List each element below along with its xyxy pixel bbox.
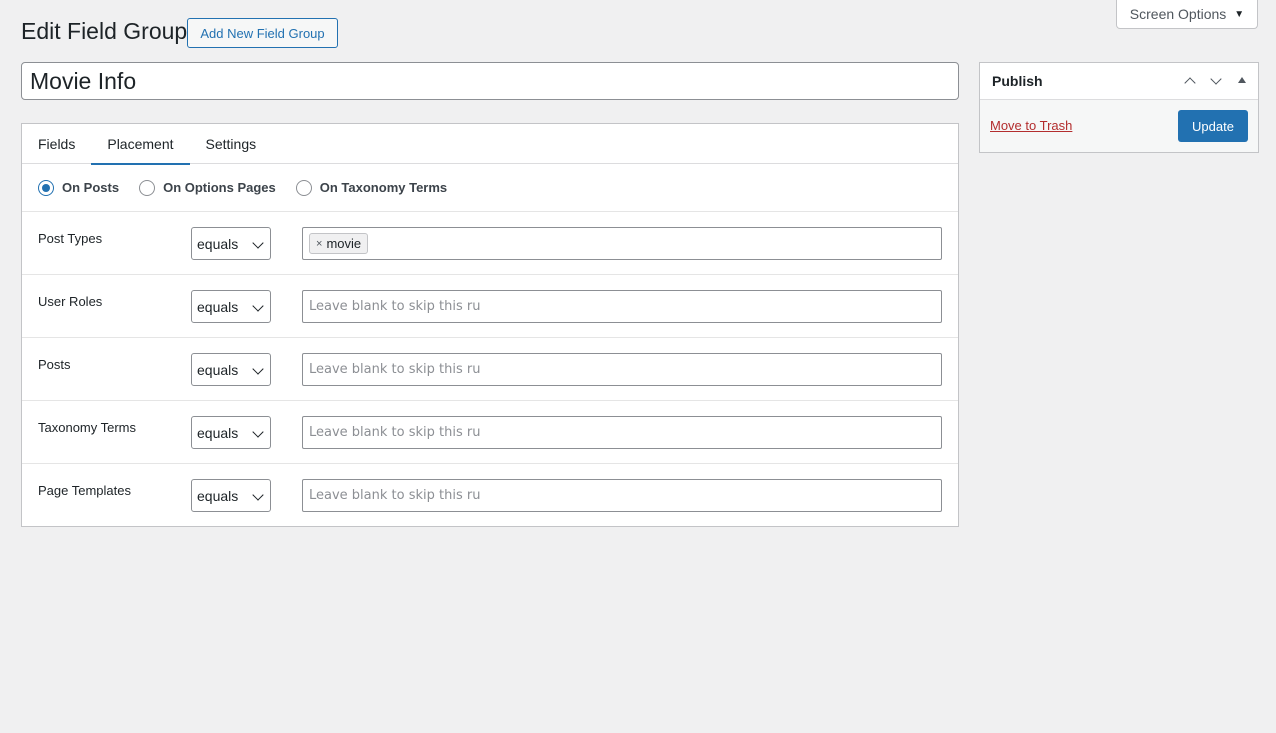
publish-title: Publish (992, 73, 1043, 89)
move-down-icon[interactable] (1208, 73, 1224, 89)
rule-value-input[interactable]: Leave blank to skip this ru (302, 290, 942, 323)
radio-on-posts[interactable] (38, 179, 54, 196)
chevron-down-icon (252, 300, 264, 312)
chevron-down-icon (252, 426, 264, 438)
rule-row-taxonomy-terms: Taxonomy Terms equals Leave blank to ski… (22, 401, 958, 464)
move-up-icon[interactable] (1182, 73, 1198, 89)
field-group-title-input[interactable]: Movie Info (21, 62, 959, 100)
tab-settings[interactable]: Settings (190, 124, 273, 164)
tab-bar: Fields Placement Settings (22, 124, 958, 165)
radio-option-on-options-pages[interactable]: On Options Pages (139, 179, 276, 196)
operator-select-value: equals (197, 235, 239, 252)
rule-value-input[interactable]: × movie (302, 227, 942, 260)
rule-label: Posts (38, 357, 71, 372)
tab-fields[interactable]: Fields (22, 124, 91, 164)
rule-row-posts: Posts equals Leave blank to skip this ru (22, 338, 958, 401)
operator-select-value: equals (197, 298, 239, 315)
operator-select-value: equals (197, 361, 239, 378)
metabox-controls (1182, 73, 1250, 89)
update-button[interactable]: Update (1178, 110, 1248, 142)
rule-row-page-templates: Page Templates equals Leave blank to ski… (22, 464, 958, 527)
operator-select[interactable]: equals (191, 227, 271, 260)
collapse-toggle-icon[interactable] (1234, 73, 1250, 89)
add-new-field-group-button[interactable]: Add New Field Group (187, 18, 338, 48)
screen-options-label: Screen Options (1129, 6, 1227, 22)
field-group-settings-panel: Fields Placement Settings On Posts On Op… (21, 123, 959, 527)
operator-select[interactable]: equals (191, 479, 271, 512)
operator-select[interactable]: equals (191, 353, 271, 386)
radio-label-on-taxonomy-terms: On Taxonomy Terms (319, 180, 448, 195)
radio-label-on-posts: On Posts (62, 180, 120, 195)
selected-token: × movie (309, 233, 369, 254)
operator-select-value: equals (197, 487, 239, 504)
rule-label: Taxonomy Terms (38, 420, 137, 435)
rule-row-post-types: Post Types equals × movie (22, 212, 958, 275)
operator-select[interactable]: equals (191, 416, 271, 449)
radio-on-taxonomy-terms[interactable] (295, 179, 312, 196)
radio-on-options-pages[interactable] (139, 179, 156, 196)
rule-label: Post Types (38, 231, 103, 246)
chevron-down-icon (252, 489, 264, 501)
operator-select[interactable]: equals (191, 290, 271, 323)
chevron-down-icon (252, 363, 264, 375)
placement-type-radio-group: On Posts On Options Pages On Taxonomy Te… (22, 164, 958, 212)
radio-label-on-options-pages: On Options Pages (163, 180, 276, 195)
radio-option-on-taxonomy-terms[interactable]: On Taxonomy Terms (295, 179, 448, 196)
screen-options-button[interactable]: Screen Options ▼ (1116, 0, 1258, 29)
publish-actions: Move to Trash Update (980, 100, 1258, 152)
rule-value-input[interactable]: Leave blank to skip this ru (302, 416, 942, 449)
chevron-down-icon (252, 237, 264, 249)
operator-select-value: equals (197, 424, 239, 441)
remove-token-icon[interactable]: × (316, 238, 322, 250)
token-label: movie (326, 236, 362, 251)
move-to-trash-link[interactable]: Move to Trash (990, 118, 1072, 133)
rule-value-input[interactable]: Leave blank to skip this ru (302, 353, 942, 386)
caret-down-icon: ▼ (1234, 8, 1245, 20)
page-title: Edit Field Group (21, 18, 188, 44)
rule-value-input[interactable]: Leave blank to skip this ru (302, 479, 942, 512)
rule-label: Page Templates (38, 483, 131, 498)
publish-header: Publish (980, 63, 1258, 100)
rule-label: User Roles (38, 294, 103, 309)
rule-row-user-roles: User Roles equals Leave blank to skip th… (22, 275, 958, 338)
tab-placement[interactable]: Placement (91, 124, 190, 165)
radio-option-on-posts[interactable]: On Posts (38, 179, 120, 196)
publish-metabox: Publish Move to Trash Update (979, 62, 1259, 153)
